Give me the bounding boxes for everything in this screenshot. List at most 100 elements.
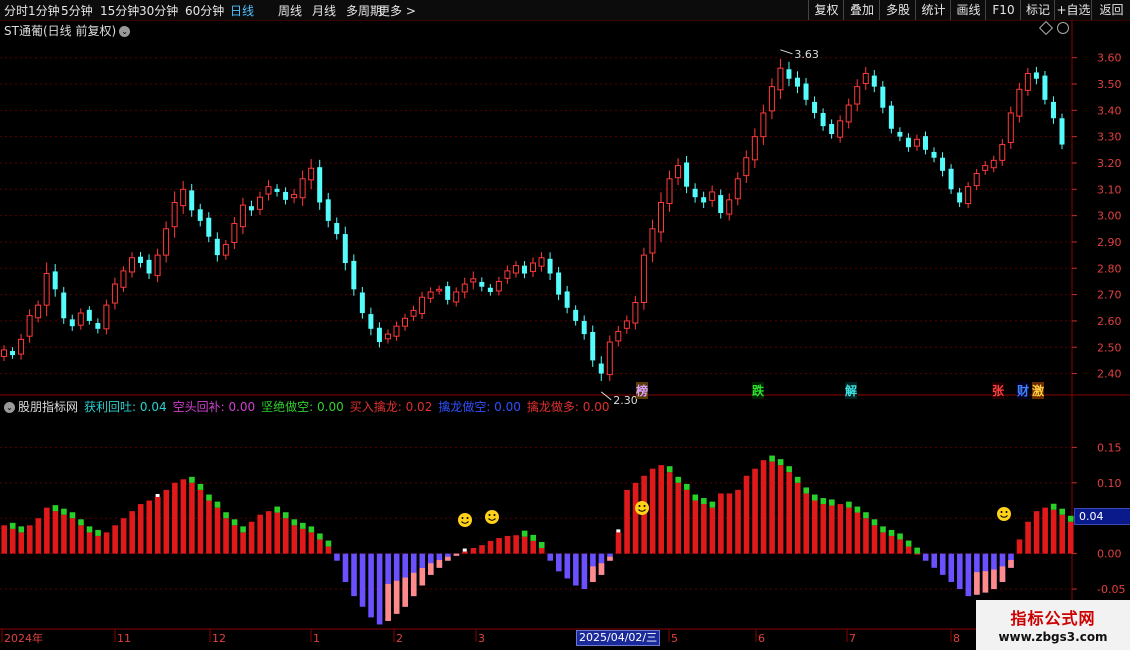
- ind-bar-28: [240, 532, 246, 554]
- candle-body-80: [684, 162, 690, 187]
- ind-bar-104: [888, 535, 895, 554]
- candle-body-28: [239, 204, 246, 228]
- ind-bar-95: [811, 500, 818, 554]
- ind-bar-34: [291, 525, 298, 554]
- candle-body-8: [69, 319, 75, 327]
- ind-white-18: [155, 493, 160, 497]
- candle-body-33: [283, 191, 289, 200]
- ind-bar-40: [342, 553, 349, 582]
- ind-bar-35: [300, 528, 306, 554]
- ind-tick-label-0: 0.15: [1097, 441, 1122, 454]
- candle-body-105: [897, 131, 903, 137]
- ind-bar-9: [78, 525, 84, 554]
- candle-body-89: [760, 112, 767, 138]
- ind-green-83: [709, 501, 716, 508]
- ind-bar-106: [905, 546, 912, 554]
- ind-bar-30: [257, 514, 263, 554]
- ind-green-25: [214, 501, 221, 508]
- ind-bar-108: [922, 553, 929, 561]
- candle-body-16: [138, 256, 144, 264]
- ind-green-6: [52, 505, 59, 512]
- ind-bar-79: [675, 482, 682, 554]
- chevron-down-icon[interactable]: ⌄: [4, 402, 15, 413]
- candle-body-65: [556, 272, 562, 295]
- candle-body-19: [163, 228, 170, 256]
- candle-body-61: [521, 265, 527, 274]
- price-tick-label-7: 2.90: [1097, 236, 1122, 249]
- smiley-icon-3: [997, 507, 1011, 521]
- ind-bar-61: [521, 536, 528, 554]
- candle-body-34: [291, 194, 298, 199]
- candle-body-40: [342, 234, 348, 264]
- ind-bar-15: [129, 511, 135, 554]
- candle-body-121: [1033, 72, 1039, 79]
- event-tag-0[interactable]: 榜: [636, 382, 649, 399]
- ind-bar-6: [52, 511, 59, 554]
- ind-green-62: [530, 534, 536, 541]
- candle-body-94: [803, 83, 809, 100]
- candle-body-7: [61, 292, 67, 319]
- watermark-url: www.zbgs3.com: [998, 630, 1108, 644]
- ind-green-102: [871, 519, 878, 526]
- ind-bar-64: [547, 553, 554, 561]
- candle-body-123: [1050, 101, 1056, 119]
- ind-bar-77: [658, 465, 664, 554]
- candle-body-5: [43, 273, 50, 306]
- ind-bar-43: [368, 553, 374, 618]
- event-tag-3[interactable]: 张: [992, 382, 1005, 399]
- candle-body-98: [837, 120, 844, 138]
- ind-green-99: [846, 501, 852, 508]
- candle-body-35: [299, 178, 306, 199]
- ind-tick-label-3: 0.00: [1097, 548, 1122, 561]
- ind-bar-59: [504, 535, 511, 554]
- ind-green-8: [69, 512, 76, 519]
- ind-bar-36: [308, 532, 315, 554]
- candle-body-55: [470, 278, 477, 283]
- ind-green-28: [240, 526, 246, 533]
- chart-canvas[interactable]: 3.60 3.50 3.40 3.30 3.20 3.10 3.00 2.90 2.80 2.70…: [0, 0, 1130, 650]
- smiley-icon-0: [458, 513, 472, 527]
- candle-body-77: [657, 201, 664, 233]
- candle-body-110: [940, 157, 946, 171]
- ind-white-54: [462, 548, 467, 552]
- ind-green-7: [61, 508, 67, 515]
- ind-green-63: [538, 541, 545, 548]
- ind-bar-22: [189, 482, 195, 554]
- smiley-eye-r-1: [493, 514, 496, 516]
- ind-green-11: [95, 529, 101, 536]
- ind-green-81: [692, 494, 699, 501]
- event-tag-4[interactable]: 财: [1017, 382, 1030, 399]
- ind-green-22: [189, 476, 195, 483]
- candle-body-38: [325, 199, 331, 221]
- ind-bar-109: [931, 553, 938, 568]
- ind-bar-7: [61, 514, 67, 554]
- ind-bar-81: [692, 500, 699, 554]
- candle-body-68: [581, 320, 587, 335]
- ind-bar-89: [760, 460, 767, 554]
- ind-bar-66: [564, 553, 571, 579]
- price-tick-label-5: 3.10: [1097, 183, 1122, 196]
- event-tag-5[interactable]: 激: [1032, 382, 1045, 399]
- ind-green-101: [863, 512, 869, 519]
- event-tag-1[interactable]: 跌: [752, 382, 765, 399]
- ind-bar-0: [1, 525, 7, 554]
- ind-green-61: [521, 530, 528, 537]
- ind-green-23: [197, 483, 204, 490]
- event-tag-2[interactable]: 解: [845, 382, 858, 399]
- candle-body-58: [495, 280, 502, 292]
- candle-body-32: [274, 188, 280, 192]
- candle-body-108: [922, 136, 928, 150]
- ind-bar-111: [948, 553, 955, 582]
- ind-green-97: [829, 499, 835, 506]
- price-tick-label-11: 2.50: [1097, 341, 1122, 354]
- ind-bar-98: [837, 504, 844, 554]
- smiley-icon-2: [635, 501, 649, 515]
- ind-bar-57: [487, 540, 494, 554]
- candle-body-6: [52, 271, 58, 290]
- ind-bar-31: [265, 511, 272, 554]
- candle-body-113: [965, 186, 972, 205]
- ind-green-103: [880, 526, 886, 533]
- ind-bar-25: [214, 507, 221, 554]
- indicator-field-1: 空头回补: 0.00: [172, 400, 256, 414]
- ind-bar-87: [743, 475, 750, 554]
